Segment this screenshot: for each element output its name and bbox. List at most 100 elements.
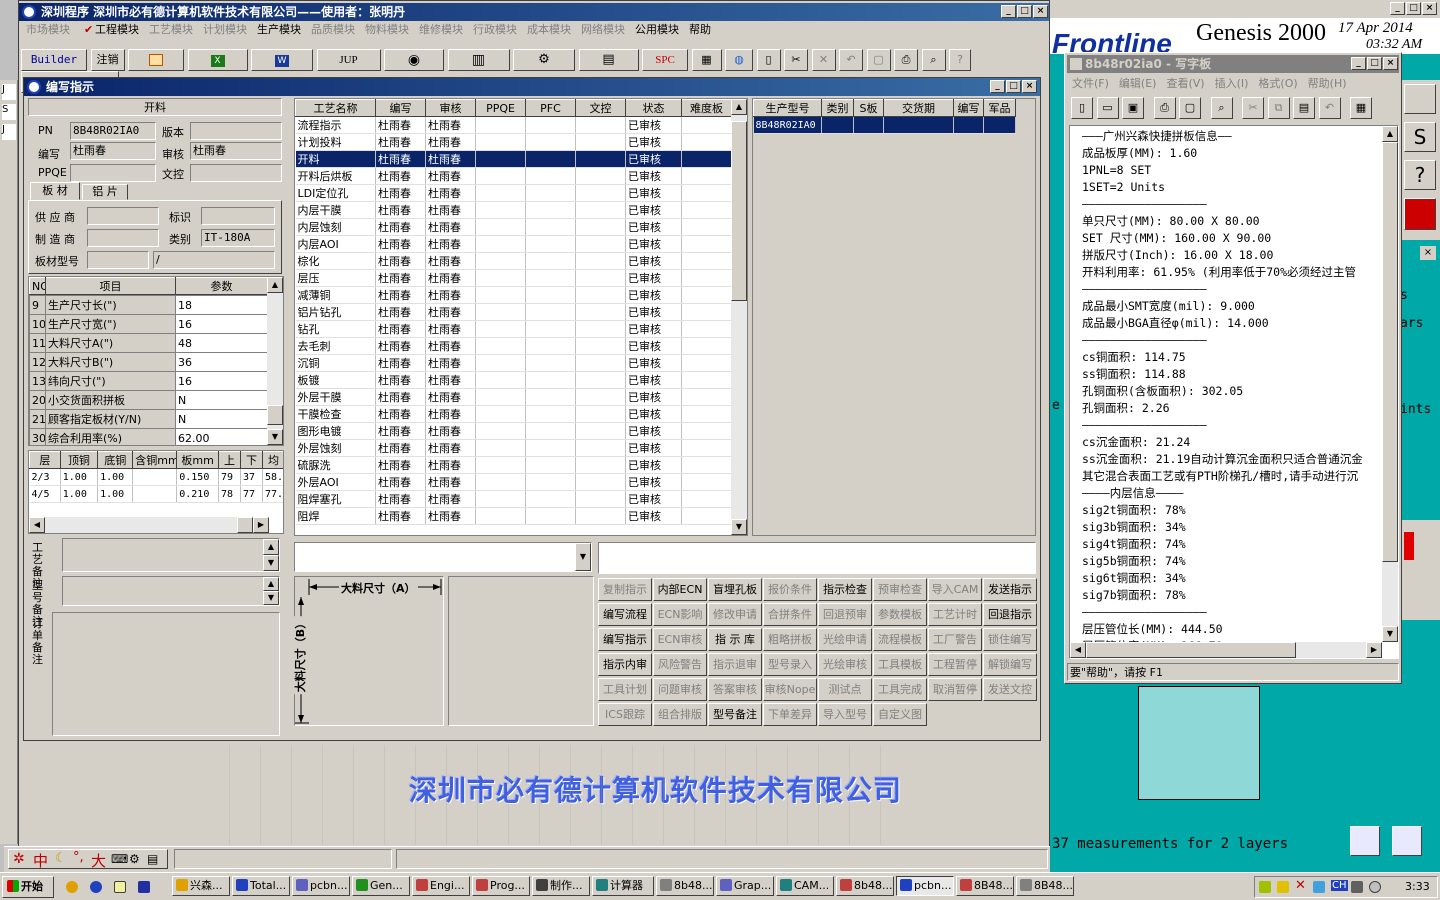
- cut-icon[interactable]: ✂: [784, 49, 808, 71]
- process-cell-name[interactable]: 内层干膜: [295, 201, 376, 219]
- process-cell-review[interactable]: 杜雨春: [425, 303, 476, 321]
- process-cell-empty[interactable]: [475, 371, 526, 389]
- process-row[interactable]: 层压 杜雨春 杜雨春 已审核: [295, 269, 732, 287]
- process-header-cell[interactable]: PPQE: [475, 99, 526, 117]
- process-scroll-thumb[interactable]: [731, 121, 747, 301]
- layer-scroll-left[interactable]: ◀: [29, 517, 45, 533]
- action-button[interactable]: 审核Nope: [763, 678, 817, 701]
- action-button[interactable]: 工艺计时: [928, 603, 982, 626]
- action-button[interactable]: 工程暂停: [928, 653, 982, 676]
- ime-logo-icon[interactable]: ✲: [13, 851, 25, 867]
- wordpad-line[interactable]: ss沉金面积: 21.19自动计算沉金面积只适合普通沉金: [1082, 451, 1382, 468]
- process-cell-empty[interactable]: [475, 456, 526, 474]
- param-cell-no[interactable]: 10: [29, 314, 46, 334]
- process-cell-writer[interactable]: 杜雨春: [375, 218, 426, 236]
- wordpad-line[interactable]: ———广州兴森快捷拼板信息——: [1082, 128, 1382, 145]
- wordpad-line[interactable]: ——————————————————: [1082, 604, 1382, 621]
- spc-button[interactable]: SPC: [642, 49, 688, 71]
- process-cell-empty[interactable]: [475, 201, 526, 219]
- ime-mode[interactable]: 中: [33, 850, 48, 871]
- menu-item-1[interactable]: ✔ 工程模块: [75, 21, 144, 39]
- version-field[interactable]: [190, 122, 282, 140]
- process-scroll-up[interactable]: ▲: [731, 99, 747, 115]
- main-minimize-button[interactable]: _: [1001, 5, 1016, 18]
- layer-cell[interactable]: 4/5: [29, 485, 61, 503]
- process-row[interactable]: 计划投料 杜雨春 杜雨春 已审核: [295, 133, 732, 151]
- process-cell-name[interactable]: 开料: [295, 150, 376, 168]
- process-cell-empty[interactable]: [475, 184, 526, 202]
- process-header-cell[interactable]: 审核: [425, 99, 476, 117]
- process-cell-empty[interactable]: [681, 303, 732, 321]
- param-row[interactable]: 21 顾客指定板材(Y/N) N: [29, 409, 268, 429]
- process-cell-empty[interactable]: [475, 286, 526, 304]
- model-header-cell[interactable]: 生产型号: [753, 99, 822, 117]
- process-cell-empty[interactable]: [525, 167, 576, 185]
- instruction-minimize-button[interactable]: _: [990, 80, 1005, 93]
- quicklaunch-clock-icon[interactable]: [66, 881, 78, 893]
- layer-header-cell[interactable]: 层: [29, 451, 61, 469]
- action-button[interactable]: 光绘审核: [818, 653, 872, 676]
- process-cell-name[interactable]: 计划投料: [295, 133, 376, 151]
- process-header-cell[interactable]: 编写: [375, 99, 426, 117]
- action-button[interactable]: 复制指示: [598, 578, 652, 601]
- param-cell-no[interactable]: 30: [29, 428, 46, 445]
- action-button[interactable]: 指 示 库: [708, 628, 762, 651]
- action-button[interactable]: 自定义图: [873, 703, 927, 726]
- board-model-field-2[interactable]: /: [153, 251, 275, 269]
- main-close-button[interactable]: ×: [1033, 5, 1048, 18]
- layer-header-cell[interactable]: 底铜: [97, 451, 134, 469]
- process-cell-empty[interactable]: [475, 422, 526, 440]
- doc-control-field[interactable]: [190, 164, 282, 182]
- print-icon[interactable]: ⎙: [894, 49, 918, 71]
- process-cell-review[interactable]: 杜雨春: [425, 473, 476, 491]
- taskbar-item[interactable]: 计算器: [592, 876, 654, 896]
- process-cell-review[interactable]: 杜雨春: [425, 218, 476, 236]
- action-button[interactable]: 粗略拼板: [763, 628, 817, 651]
- process-cell-review[interactable]: 杜雨春: [425, 184, 476, 202]
- process-header-cell[interactable]: 文控: [575, 99, 626, 117]
- globe-icon[interactable]: ◍: [725, 49, 753, 71]
- layer-cell[interactable]: 78: [218, 485, 241, 503]
- process-cell-empty[interactable]: [525, 303, 576, 321]
- book-icon[interactable]: ▥: [447, 49, 510, 71]
- ime-toolbar[interactable]: ✲ 中 ☾ °, 大 ⌨ ⚙ ▤: [8, 849, 168, 871]
- process-cell-empty[interactable]: [525, 133, 576, 151]
- process-cell-name[interactable]: LDI定位孔: [295, 184, 376, 202]
- layer-header-cell[interactable]: 板mm: [176, 451, 220, 469]
- genesis-maximize-button[interactable]: □: [1406, 2, 1421, 15]
- wordpad-line[interactable]: sig4t铜面积: 74%: [1082, 536, 1382, 553]
- genesis-help-icon[interactable]: ?: [1404, 160, 1436, 190]
- action-button[interactable]: 导入CAM: [928, 578, 982, 601]
- param-cell-item[interactable]: 大料尺寸A("): [45, 333, 176, 353]
- process-row[interactable]: 内层蚀刻 杜雨春 杜雨春 已审核: [295, 218, 732, 236]
- process-cell-empty[interactable]: [475, 133, 526, 151]
- layer-cell[interactable]: 1.00: [97, 485, 134, 503]
- pn-field[interactable]: 8B48R02IA0: [70, 122, 156, 140]
- wordpad-vscrollbar[interactable]: ▲ ▼: [1382, 126, 1398, 642]
- menu-item-4[interactable]: 生产模块: [252, 21, 306, 39]
- process-cell-empty[interactable]: [525, 473, 576, 491]
- wordpad-line[interactable]: sig6t铜面积: 34%: [1082, 570, 1382, 587]
- process-cell-empty[interactable]: [575, 490, 626, 508]
- action-button[interactable]: 工厂警告: [928, 628, 982, 651]
- logout-button[interactable]: 注销: [90, 49, 125, 71]
- process-cell-writer[interactable]: 杜雨春: [375, 235, 426, 253]
- process-cell-empty[interactable]: [525, 337, 576, 355]
- process-cell-status[interactable]: 已审核: [625, 422, 682, 440]
- process-row[interactable]: 钻孔 杜雨春 杜雨春 已审核: [295, 320, 732, 338]
- layer-cell[interactable]: [132, 468, 178, 486]
- tray-clock[interactable]: 3:33: [1405, 880, 1430, 893]
- wordpad-line[interactable]: 成品最小BGA直径φ(mil): 14.000: [1082, 315, 1382, 332]
- wordpad-line[interactable]: ——————————————————: [1082, 332, 1382, 349]
- genesis-panel-icon[interactable]: [1404, 84, 1436, 114]
- process-cell-name[interactable]: 外层蚀刻: [295, 439, 376, 457]
- action-button[interactable]: 合拼条件: [763, 603, 817, 626]
- action-button[interactable]: 发送文控: [983, 678, 1037, 701]
- param-cell-val[interactable]: N: [175, 409, 268, 429]
- taskbar-item[interactable]: Total...: [232, 876, 290, 896]
- process-cell-name[interactable]: 阻焊塞孔: [295, 490, 376, 508]
- wordpad-scroll-right[interactable]: ▶: [1366, 642, 1382, 658]
- param-row[interactable]: 10 生产尺寸宽(") 16: [29, 314, 268, 334]
- layer-header-cell[interactable]: 含铜mm: [132, 451, 178, 469]
- wordpad-find-icon[interactable]: ⌕: [1210, 97, 1233, 119]
